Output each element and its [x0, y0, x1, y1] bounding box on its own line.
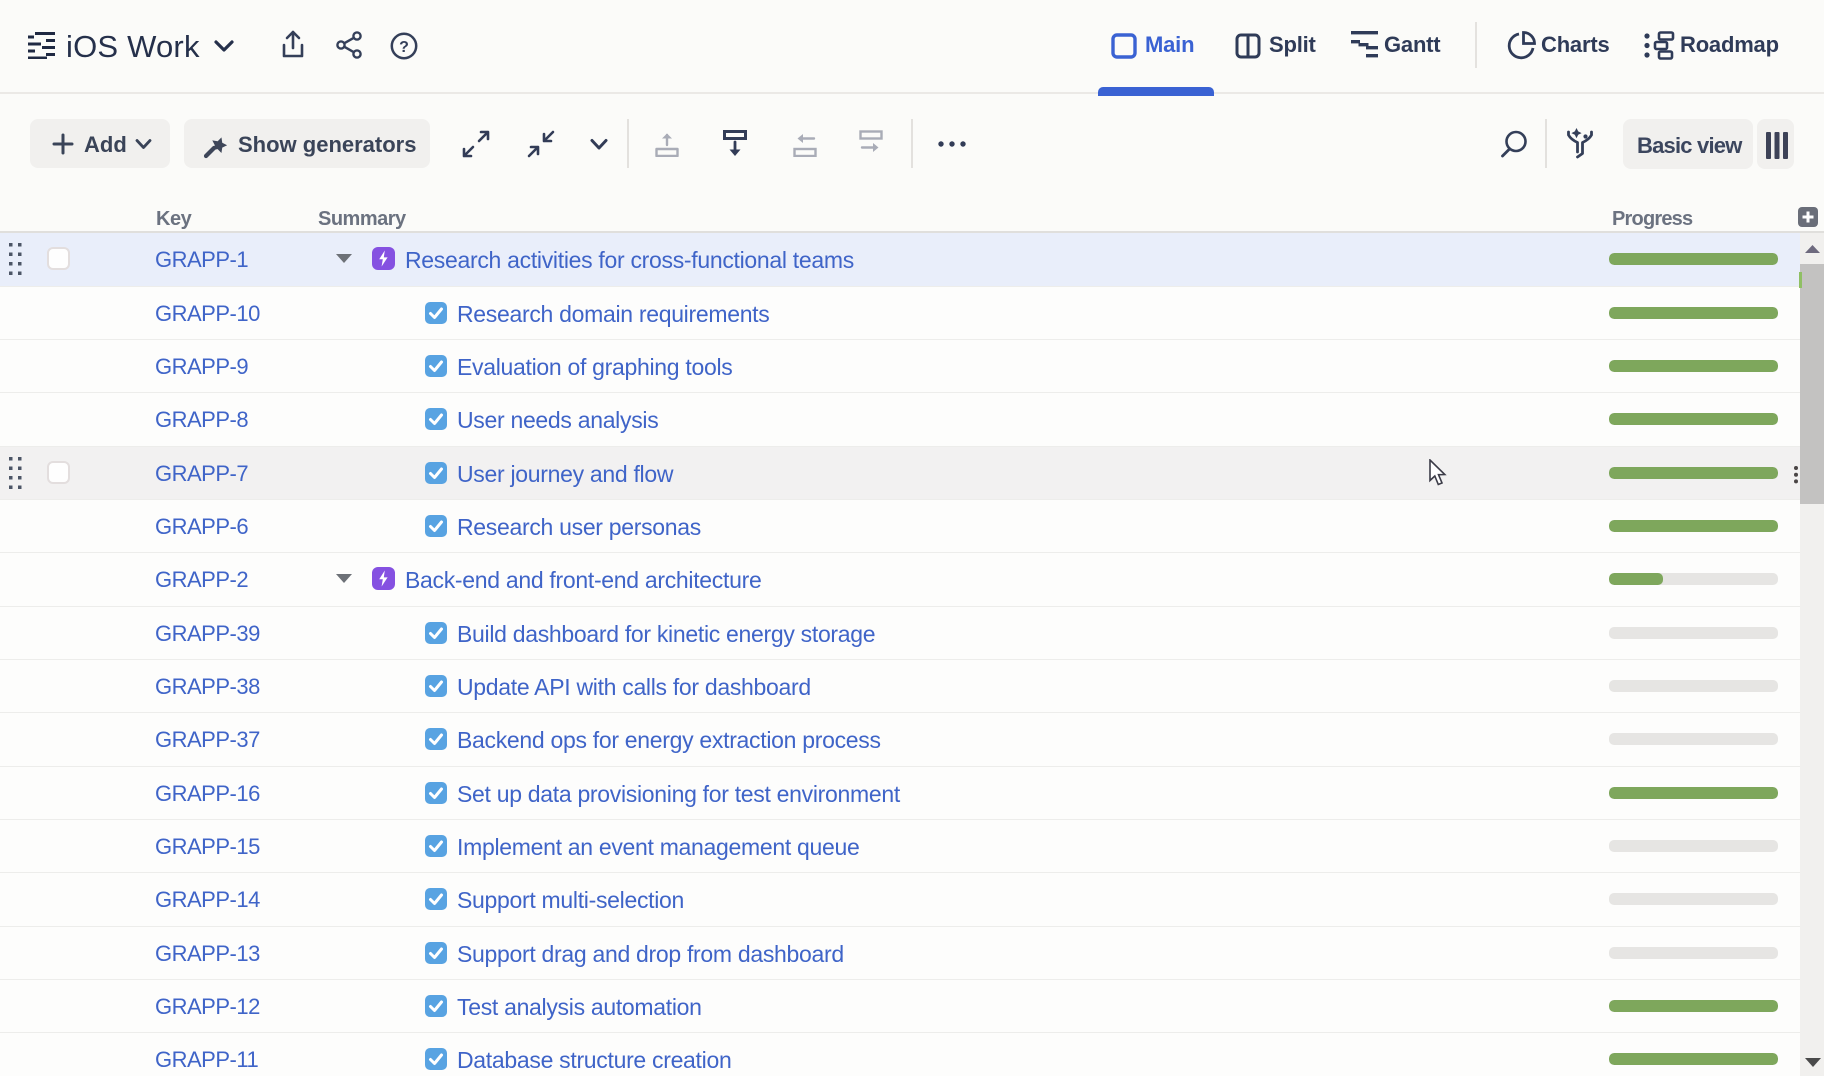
svg-text:?: ? — [399, 39, 409, 56]
